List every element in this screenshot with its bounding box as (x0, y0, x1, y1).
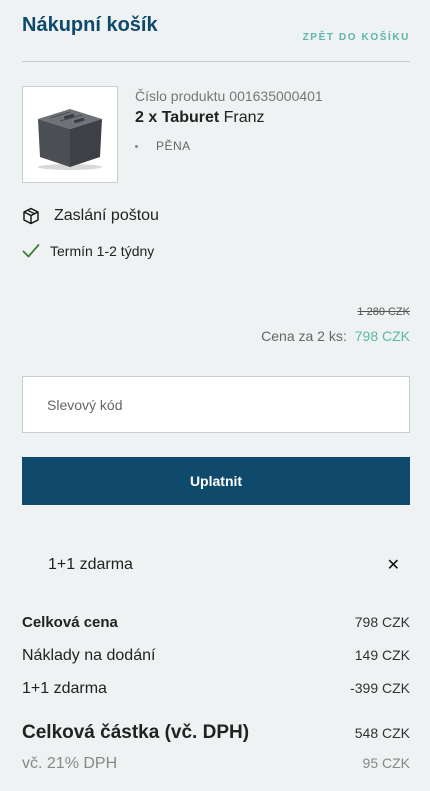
applied-promo-label: 1+1 zdarma (48, 556, 133, 573)
summary-total-row: Celková cena 798 CZK (22, 614, 410, 631)
product-name-rest: Franz (223, 109, 265, 126)
product-attribute-value: PĚNA (156, 139, 191, 153)
summary-total-value: 798 CZK (354, 614, 410, 630)
cart-item: Číslo produktu 001635000401 2 x Taburet F… (22, 86, 410, 184)
summary-vat-value: 95 CZK (362, 755, 410, 771)
product-quantity: 2 x (135, 109, 158, 126)
bullet-icon (135, 144, 138, 148)
summary-promo-row: 1+1 zdarma -399 CZK (22, 680, 410, 698)
product-image[interactable] (22, 86, 118, 183)
close-icon[interactable]: ✕ (387, 556, 400, 576)
summary-shipping-row: Náklady na dodání 149 CZK (22, 647, 410, 665)
product-number-label: Číslo produktu (135, 88, 226, 104)
product-number: Číslo produktu 001635000401 (135, 88, 323, 104)
summary-vat-row: vč. 21% DPH 95 CZK (22, 755, 410, 773)
delivery-time: Termín 1-2 týdny (22, 243, 154, 259)
item-price-value: 798 CZK (354, 328, 410, 344)
product-name[interactable]: 2 x Taburet Franz (135, 109, 323, 127)
applied-promo: 1+1 zdarma ✕ (48, 556, 400, 576)
product-attribute: PĚNA (135, 139, 323, 153)
summary-grand-total-value: 548 CZK (354, 725, 410, 741)
apply-coupon-button[interactable]: Uplatnit (22, 457, 410, 505)
coupon-code-input[interactable] (22, 376, 410, 433)
product-name-bold: Taburet (161, 109, 220, 126)
ottoman-product-image (38, 108, 102, 170)
summary-promo-value: -399 CZK (350, 680, 410, 696)
shipping-method: Zaslání poštou (22, 207, 159, 225)
item-price-label: Cena za 2 ks: (261, 328, 347, 344)
delivery-time-label: Termín 1-2 týdny (50, 243, 155, 259)
header: Nákupní košík ZPĚT DO KOŠÍKU (22, 0, 410, 62)
shipping-method-label: Zaslání poštou (54, 207, 159, 224)
summary-grand-total-label: Celková částka (vč. DPH) (22, 722, 250, 743)
item-price: Cena za 2 ks: 798 CZK (261, 328, 410, 344)
summary-promo-label: 1+1 zdarma (22, 680, 107, 697)
summary-shipping-value: 149 CZK (354, 647, 410, 663)
product-info: Číslo produktu 001635000401 2 x Taburet F… (135, 88, 323, 153)
product-number-value: 001635000401 (229, 88, 323, 104)
back-to-cart-link[interactable]: ZPĚT DO KOŠÍKU (303, 32, 410, 43)
check-icon (22, 244, 40, 258)
page-title: Nákupní košík (22, 14, 158, 36)
summary-grand-total-row: Celková částka (vč. DPH) 548 CZK (22, 722, 410, 744)
summary-shipping-label: Náklady na dodání (22, 647, 156, 664)
summary-vat-label: vč. 21% DPH (22, 755, 118, 772)
summary-total-label: Celková cena (22, 614, 118, 631)
box-icon (23, 207, 39, 225)
original-price: 1 280 CZK (357, 306, 410, 318)
